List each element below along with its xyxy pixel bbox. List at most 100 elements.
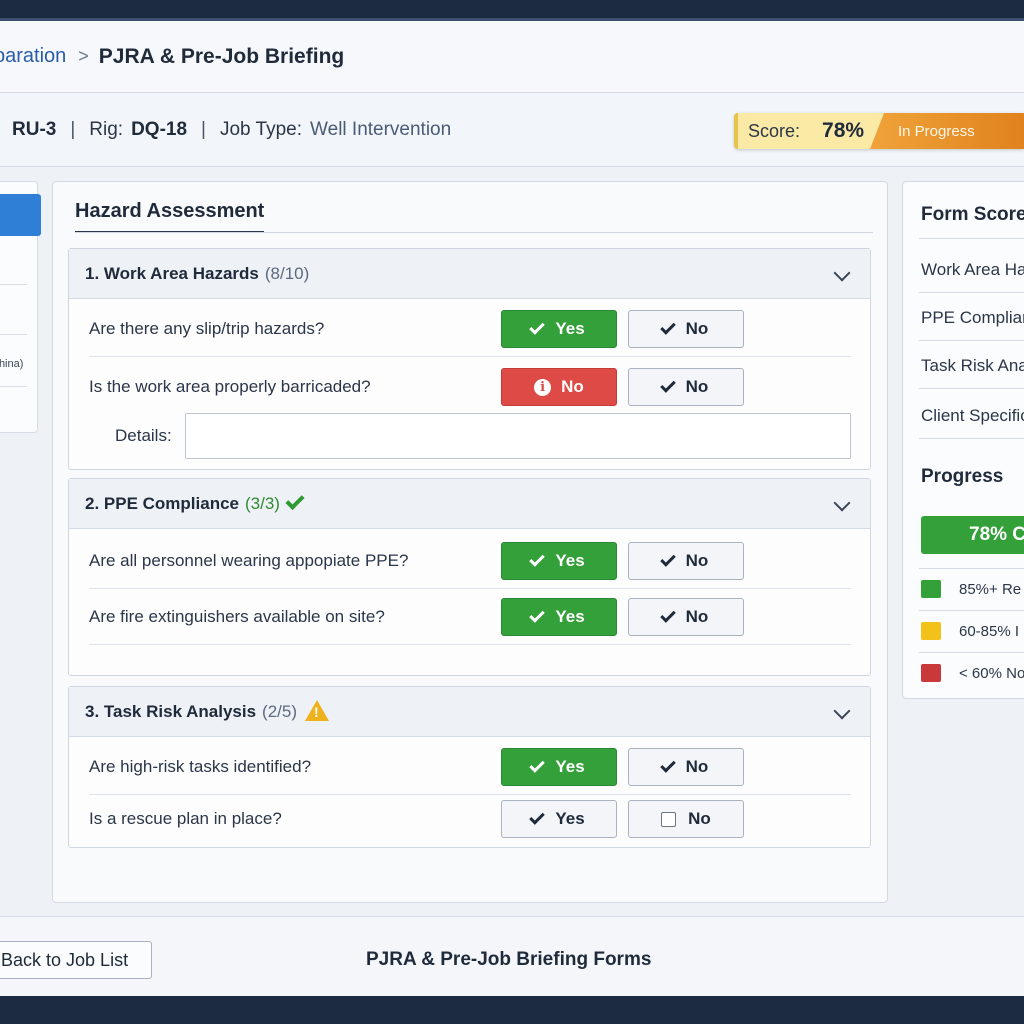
sidebar-item-active[interactable]	[0, 194, 41, 236]
legend-item: < 60% No	[921, 664, 1024, 682]
score-item[interactable]: Client Specific	[921, 406, 1024, 426]
score-item[interactable]: Work Area Ha	[921, 260, 1024, 280]
divider	[0, 284, 27, 285]
check-icon	[659, 318, 676, 335]
yes-button[interactable]: Yes	[501, 800, 617, 838]
section-work-area-hazards: 1. Work Area Hazards (8/10) Are there an…	[68, 248, 871, 470]
button-label: No	[685, 756, 709, 776]
question-row: Are high-risk tasks identified? Yes No	[89, 739, 851, 795]
button-label: Yes	[555, 550, 585, 570]
check-icon	[529, 606, 546, 623]
divider	[75, 232, 873, 233]
legend-label: 60-85% I	[959, 622, 1020, 640]
legend-label: < 60% No	[959, 664, 1024, 682]
button-label: No	[561, 377, 584, 396]
details-input[interactable]	[185, 413, 851, 459]
divider	[919, 610, 1024, 611]
divider	[919, 438, 1024, 439]
chevron-down-icon[interactable]	[833, 264, 851, 282]
button-label: Yes	[555, 756, 585, 776]
warning-icon	[305, 700, 330, 721]
progress-bar: 78% C	[921, 516, 1024, 554]
chevron-down-icon[interactable]	[833, 702, 851, 720]
hazard-assessment-panel: Hazard Assessment 1. Work Area Hazards (…	[52, 181, 888, 903]
job-type-value: Well Intervention	[310, 118, 452, 140]
divider	[919, 388, 1024, 389]
button-label: No	[688, 809, 711, 828]
question-row: Is the work area properly barricaded? iN…	[89, 359, 851, 415]
chevron-down-icon[interactable]	[833, 494, 851, 512]
no-button[interactable]: No	[628, 541, 744, 580]
check-icon	[529, 809, 546, 825]
left-sidebar: China)	[0, 181, 41, 433]
no-selected-button[interactable]: i No	[501, 368, 617, 406]
unit-value: RU-3	[12, 118, 57, 140]
divider	[919, 652, 1024, 653]
question-row: Are all personnel wearing appopiate PPE?…	[89, 533, 851, 589]
details-row: Details:	[115, 413, 855, 459]
section-header[interactable]: 3. Task Risk Analysis (2/5)	[69, 687, 870, 737]
yes-button[interactable]: Yes	[501, 747, 617, 786]
score-box: Score: 78%	[734, 113, 884, 149]
divider: |	[201, 118, 206, 140]
legend-swatch	[921, 580, 941, 598]
button-label: Yes	[555, 606, 585, 626]
breadcrumb-current: PJRA & Pre-Job Briefing	[98, 44, 345, 68]
section-title: 1. Work Area Hazards	[85, 263, 259, 283]
app-screen: paration > PJRA & Pre-Job Briefing RU-3 …	[0, 18, 1024, 996]
score-value: 78%	[822, 119, 865, 142]
section-count: (3/3)	[245, 493, 280, 513]
question-row: Is a rescue plan in place? Yes No	[89, 791, 851, 847]
score-label: Score:	[748, 120, 801, 141]
no-button[interactable]: No	[628, 747, 744, 786]
footer: Back to Job List PJRA & Pre-Job Briefing…	[0, 916, 1024, 996]
form-score-panel: Form Score Work Area Ha PPE Complian Tas…	[902, 181, 1024, 699]
status-badge: In Progress	[870, 113, 1024, 149]
no-button[interactable]: No	[628, 368, 744, 406]
score-item[interactable]: Task Risk Ana	[921, 356, 1024, 376]
button-label: No	[685, 377, 709, 396]
legend-label: 85%+ Re	[959, 580, 1022, 598]
question-row: Are there any slip/trip hazards? Yes No	[89, 301, 851, 357]
panel-title: Hazard Assessment	[75, 200, 265, 233]
button-label: Yes	[555, 809, 585, 828]
job-type-label: Job Type:	[219, 118, 303, 140]
button-label: Yes	[555, 318, 585, 338]
section-header[interactable]: 2. PPE Compliance (3/3)	[69, 479, 870, 529]
no-button[interactable]: No	[628, 309, 744, 348]
section-task-risk-analysis: 3. Task Risk Analysis (2/5) Are high-ris…	[68, 686, 871, 848]
no-button[interactable]: No	[628, 597, 744, 636]
check-icon	[659, 756, 676, 773]
yes-button[interactable]: Yes	[501, 597, 617, 636]
check-icon	[285, 490, 305, 511]
divider	[919, 568, 1024, 569]
footer-title: PJRA & Pre-Job Briefing Forms	[366, 949, 652, 970]
breadcrumb-previous-link[interactable]: paration	[0, 45, 66, 68]
checkbox-icon	[661, 811, 677, 827]
legend-swatch	[921, 622, 941, 640]
score-item[interactable]: PPE Complian	[921, 308, 1024, 328]
section-count: (2/5)	[262, 701, 298, 721]
divider	[919, 340, 1024, 341]
button-label: No	[685, 318, 709, 338]
divider	[0, 334, 27, 335]
yes-button[interactable]: Yes	[501, 309, 617, 348]
yes-button[interactable]: Yes	[501, 541, 617, 580]
question-row: Are fire extinguishers available on site…	[89, 589, 851, 645]
section-title: 3. Task Risk Analysis	[85, 701, 257, 721]
divider	[0, 386, 27, 387]
breadcrumb: paration > PJRA & Pre-Job Briefing	[0, 21, 1024, 93]
score-badge: Score: 78% In Progress	[734, 113, 1024, 149]
divider: |	[70, 118, 76, 140]
back-to-job-list-button[interactable]: Back to Job List	[0, 941, 152, 979]
legend-item: 85%+ Re	[921, 580, 1021, 598]
sidebar-item-label: China)	[0, 358, 24, 370]
rig-label: Rig:	[89, 118, 124, 140]
no-button[interactable]: No	[628, 800, 744, 838]
section-count: (8/10)	[264, 263, 310, 283]
section-header[interactable]: 1. Work Area Hazards (8/10)	[69, 249, 870, 299]
chevron-right-icon: >	[78, 46, 89, 66]
check-icon	[659, 606, 676, 623]
check-icon	[659, 377, 676, 393]
section-ppe-compliance: 2. PPE Compliance (3/3) Are all personne…	[68, 478, 871, 676]
